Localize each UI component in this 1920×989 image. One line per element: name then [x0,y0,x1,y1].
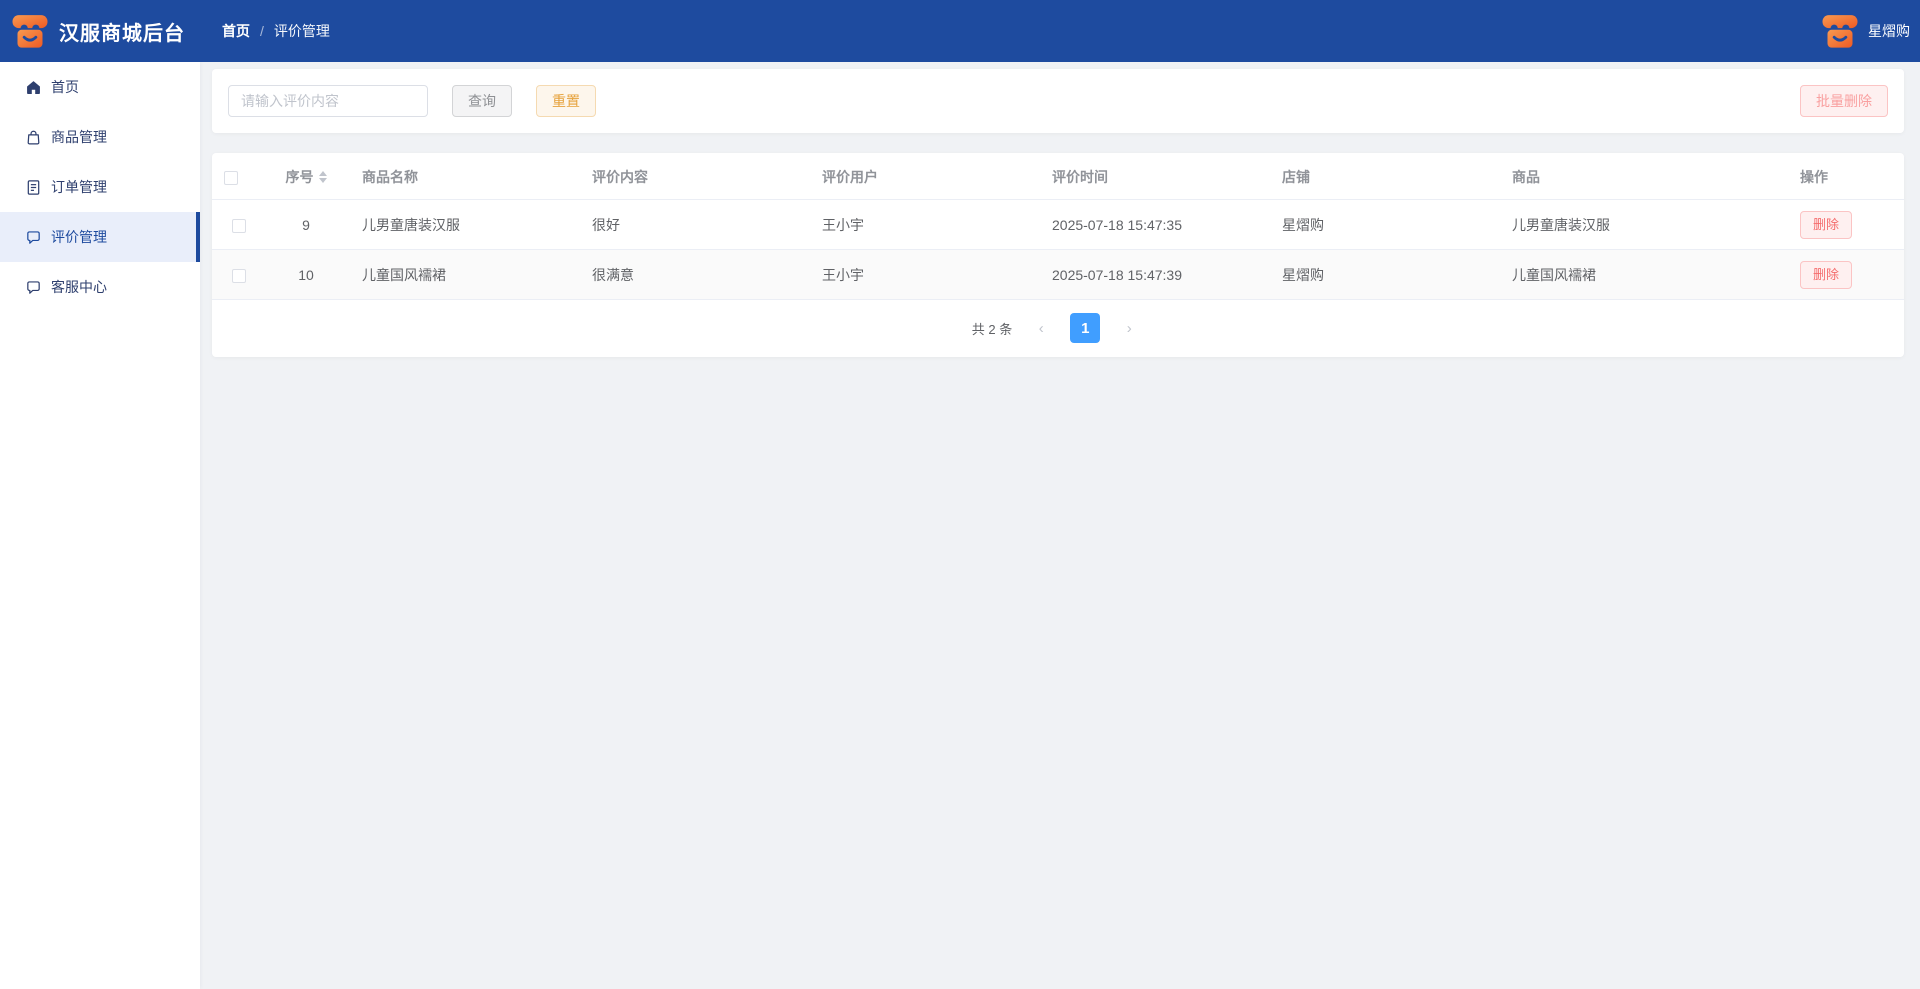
cell-content: 很好 [582,200,812,250]
column-header-user: 评价用户 [812,155,1042,200]
search-toolbar: 查询 重置 批量删除 [212,69,1904,133]
chat-icon [25,279,42,296]
sidebar-item-reviews[interactable]: 评价管理 [0,212,200,262]
sidebar-item-orders[interactable]: 订单管理 [0,162,200,212]
cell-time: 2025-07-18 15:47:35 [1042,200,1272,250]
breadcrumb-separator: / [260,23,264,39]
row-checkbox[interactable] [232,219,246,233]
search-input[interactable] [228,85,428,117]
cell-index: 10 [260,250,352,300]
top-header: 汉服商城后台 首页 / 评价管理 星熠购 [0,0,1920,62]
table-row: 9 儿男童唐装汉服 很好 王小宇 2025-07-18 15:47:35 星熠购… [212,200,1904,250]
cell-content: 很满意 [582,250,812,300]
sidebar-item-service[interactable]: 客服中心 [0,262,200,312]
table-body: 9 儿男童唐装汉服 很好 王小宇 2025-07-18 15:47:35 星熠购… [212,200,1904,300]
column-header-time: 评价时间 [1042,155,1272,200]
user-avatar-icon [1820,11,1860,51]
document-icon [25,179,42,196]
review-table: 序号 商品名称 评价内容 评价用户 评价时间 店铺 商品 操作 [212,155,1904,300]
main-content: 查询 重置 批量删除 序号 [200,62,1920,989]
cell-product: 儿童国风襦裙 [1502,250,1790,300]
sidebar-menu: 首页 商品管理 订单管理 评价管理 客服中心 [0,62,200,312]
sidebar-item-products[interactable]: 商品管理 [0,112,200,162]
column-header-product: 商品 [1502,155,1790,200]
username: 星熠购 [1868,21,1910,41]
cell-user: 王小宇 [812,200,1042,250]
batch-delete-button[interactable]: 批量删除 [1800,85,1888,117]
cell-shop: 星熠购 [1272,200,1502,250]
cell-time: 2025-07-18 15:47:39 [1042,250,1272,300]
breadcrumb-current: 评价管理 [274,21,330,41]
column-header-index: 序号 [286,167,314,187]
breadcrumb: 首页 / 评价管理 [222,21,330,41]
delete-button[interactable]: 删除 [1800,261,1852,289]
select-all-checkbox[interactable] [224,171,238,185]
cell-user: 王小宇 [812,250,1042,300]
column-header-action: 操作 [1790,155,1904,200]
column-header-shop: 店铺 [1272,155,1502,200]
sort-caret-icon[interactable] [319,171,327,183]
row-checkbox[interactable] [232,269,246,283]
storefront-smile-icon [10,11,50,51]
sidebar-item-home[interactable]: 首页 [0,62,200,112]
home-icon [25,79,42,96]
column-header-product-name: 商品名称 [352,155,582,200]
bag-icon [25,129,42,146]
total-count: 共 2 条 [972,319,1012,338]
cell-product-name: 儿男童唐装汉服 [352,200,582,250]
next-page-button[interactable]: › [1114,313,1144,343]
app-title: 汉服商城后台 [59,17,185,46]
table-row: 10 儿童国风襦裙 很满意 王小宇 2025-07-18 15:47:39 星熠… [212,250,1904,300]
column-header-content: 评价内容 [582,155,812,200]
page-1-button[interactable]: 1 [1070,313,1100,343]
prev-page-button[interactable]: ‹ [1026,313,1056,343]
cell-index: 9 [260,200,352,250]
table-header-row: 序号 商品名称 评价内容 评价用户 评价时间 店铺 商品 操作 [212,155,1904,200]
user-menu[interactable]: 星熠购 [1820,11,1912,51]
query-button[interactable]: 查询 [452,85,512,117]
pagination: 共 2 条 ‹ 1 › [212,300,1904,351]
reset-button[interactable]: 重置 [536,85,596,117]
brand: 汉服商城后台 [10,11,210,51]
review-table-card: 序号 商品名称 评价内容 评价用户 评价时间 店铺 商品 操作 [212,153,1904,357]
cell-product-name: 儿童国风襦裙 [352,250,582,300]
cell-product: 儿男童唐装汉服 [1502,200,1790,250]
breadcrumb-home[interactable]: 首页 [222,21,250,41]
cell-shop: 星熠购 [1272,250,1502,300]
delete-button[interactable]: 删除 [1800,211,1852,239]
chat-icon [25,229,42,246]
sidebar: 首页 商品管理 订单管理 评价管理 客服中心 [0,62,200,989]
